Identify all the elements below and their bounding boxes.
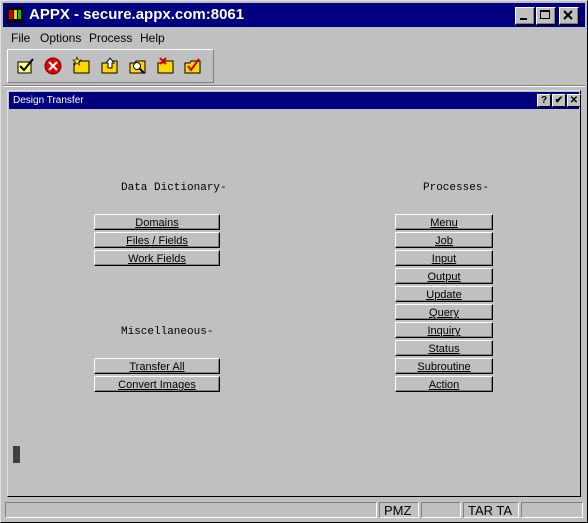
app-window: APPX - secure.appx.com:8061 File Options… xyxy=(0,0,588,523)
inquiry-button[interactable]: Inquiry xyxy=(395,322,493,338)
miscellaneous-label: Miscellaneous- xyxy=(121,326,214,338)
status-bar: PMZ TAR TA xyxy=(3,501,585,520)
ok-button[interactable]: ✔ xyxy=(552,94,566,107)
convert-images-button[interactable]: Convert Images xyxy=(94,376,220,392)
status-pane-empty xyxy=(421,502,461,518)
status-pane-tar: TAR TA xyxy=(463,502,519,518)
child-window-title: Design Transfer xyxy=(13,95,84,106)
design-transfer-window: Design Transfer ? ✔ ✕ Data Dictionary- D… xyxy=(7,90,581,497)
menu-options[interactable]: Options xyxy=(40,31,81,45)
folder-up-icon[interactable] xyxy=(100,56,120,76)
mdi-client-area: Design Transfer ? ✔ ✕ Data Dictionary- D… xyxy=(3,87,585,499)
minimize-button[interactable] xyxy=(515,7,535,25)
appx-logo-icon xyxy=(7,7,23,23)
folder-check-icon[interactable] xyxy=(183,56,203,76)
folder-star-icon[interactable] xyxy=(72,56,92,76)
folder-search-icon[interactable] xyxy=(128,56,148,76)
menu-button[interactable]: Menu xyxy=(395,214,493,230)
subroutine-button[interactable]: Subroutine xyxy=(395,358,493,374)
text-cursor xyxy=(13,446,20,463)
menu-process[interactable]: Process xyxy=(89,31,132,45)
status-pane-end xyxy=(521,502,583,518)
stop-icon[interactable] xyxy=(43,56,63,76)
minimize-icon xyxy=(520,18,527,20)
toolbar xyxy=(7,49,214,83)
update-button[interactable]: Update xyxy=(395,286,493,302)
action-button[interactable]: Action xyxy=(395,376,493,392)
status-pane-pmz: PMZ xyxy=(379,502,419,518)
domains-button[interactable]: Domains xyxy=(94,214,220,230)
query-button[interactable]: Query xyxy=(395,304,493,320)
files-fields-button[interactable]: Files / Fields xyxy=(94,232,220,248)
output-button[interactable]: Output xyxy=(395,268,493,284)
child-title-bar[interactable]: Design Transfer ? ✔ ✕ xyxy=(9,92,581,109)
job-button[interactable]: Job xyxy=(395,232,493,248)
transfer-all-button[interactable]: Transfer All xyxy=(94,358,220,374)
input-button[interactable]: Input xyxy=(395,250,493,266)
maximize-button[interactable] xyxy=(536,7,556,25)
work-fields-button[interactable]: Work Fields xyxy=(94,250,220,266)
menu-bar: File Options Process Help xyxy=(3,28,585,47)
menu-help[interactable]: Help xyxy=(140,31,165,45)
folder-x-icon[interactable] xyxy=(156,56,176,76)
close-button[interactable] xyxy=(559,7,579,25)
title-bar[interactable]: APPX - secure.appx.com:8061 xyxy=(3,3,585,27)
status-pane-main xyxy=(5,502,377,518)
check-icon[interactable] xyxy=(16,56,36,76)
child-close-button[interactable]: ✕ xyxy=(567,94,581,107)
data-dictionary-label: Data Dictionary- xyxy=(121,182,227,194)
window-title: APPX - secure.appx.com:8061 xyxy=(29,6,245,23)
form-content: Data Dictionary- Domains Files / Fields … xyxy=(9,110,579,495)
help-button[interactable]: ? xyxy=(537,94,551,107)
processes-label: Processes- xyxy=(423,182,490,194)
close-icon xyxy=(563,10,573,20)
menu-file[interactable]: File xyxy=(11,31,30,45)
status-button[interactable]: Status xyxy=(395,340,493,356)
maximize-icon xyxy=(540,10,550,19)
